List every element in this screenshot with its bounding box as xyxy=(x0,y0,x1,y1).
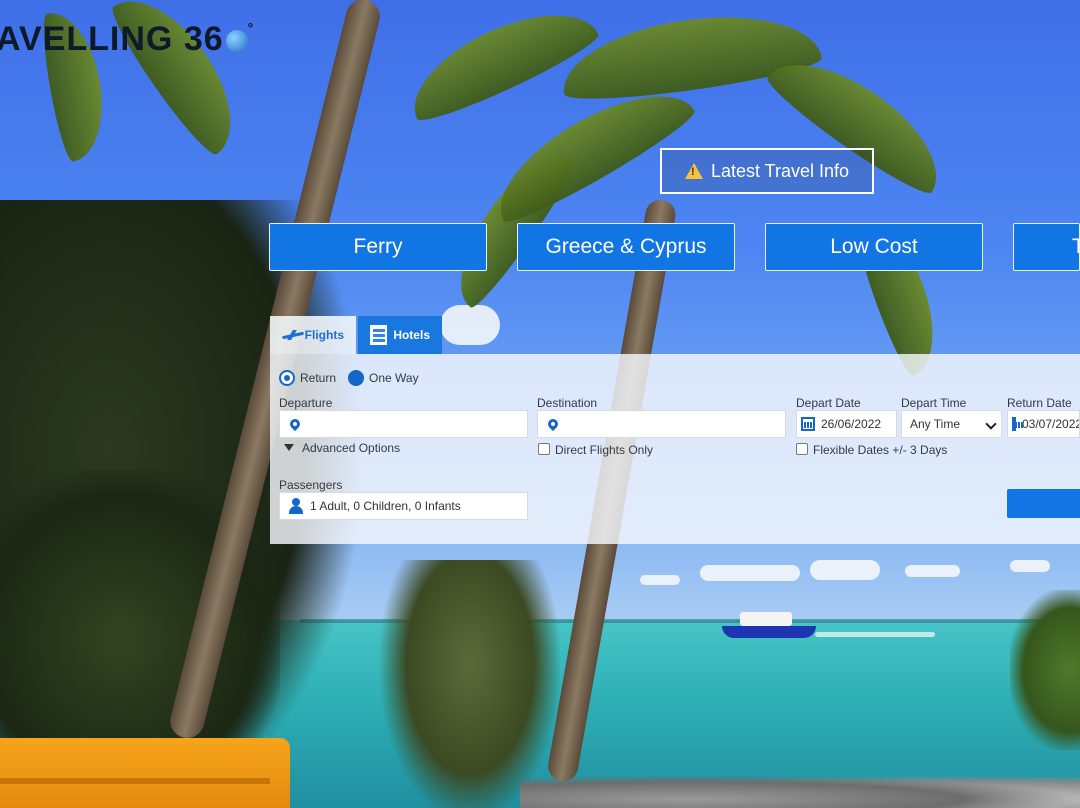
boat-wake xyxy=(815,632,935,637)
site-logo[interactable]: AVELLING 36 ° xyxy=(0,20,254,59)
depart-date-value: 26/06/2022 xyxy=(821,417,882,431)
departure-input[interactable] xyxy=(279,410,528,438)
depart-date-input[interactable]: 26/06/2022 xyxy=(796,410,897,438)
boat-cabin xyxy=(740,612,792,626)
globe-icon xyxy=(225,30,248,53)
return-date-label: Return Date xyxy=(1007,396,1072,410)
calendar-icon xyxy=(1012,417,1023,431)
cloud xyxy=(640,575,680,585)
radio-return[interactable] xyxy=(279,370,295,386)
category-greece-cyprus-button[interactable]: Greece & Cyprus xyxy=(517,223,735,271)
cloud xyxy=(440,305,500,345)
category-label: T xyxy=(1072,235,1079,259)
travel-info-label: Latest Travel Info xyxy=(710,160,850,181)
passengers-label: Passengers xyxy=(279,478,343,492)
add-user-icon xyxy=(286,498,304,514)
category-label: Low Cost xyxy=(830,235,918,258)
advanced-options-toggle[interactable]: Advanced Options xyxy=(302,441,400,455)
category-label: Greece & Cyprus xyxy=(545,235,707,258)
search-tabs: Flights Hotels xyxy=(270,316,442,354)
destination-input[interactable] xyxy=(537,410,786,438)
radio-return-label[interactable]: Return xyxy=(300,371,336,385)
passengers-selector[interactable]: 1 Adult, 0 Children, 0 Infants xyxy=(279,492,528,520)
location-pin-icon xyxy=(545,416,561,432)
cloud xyxy=(810,560,880,580)
cloud xyxy=(905,565,960,577)
boat-hull xyxy=(722,626,816,638)
shrub xyxy=(380,560,560,808)
latest-travel-info-button[interactable]: Latest Travel Info xyxy=(660,148,874,194)
location-pin-icon xyxy=(287,416,303,432)
shrub xyxy=(1010,590,1080,750)
tab-label: Hotels xyxy=(393,328,430,342)
tab-flights[interactable]: Flights xyxy=(270,316,356,354)
calendar-icon xyxy=(801,417,815,431)
logo-degree: ° xyxy=(247,20,255,36)
category-low-cost-button[interactable]: Low Cost xyxy=(765,223,983,271)
radio-one-way-label[interactable]: One Way xyxy=(369,371,419,385)
depart-time-value: Any Time xyxy=(910,417,961,431)
rocks xyxy=(520,775,1080,808)
direct-flights-label[interactable]: Direct Flights Only xyxy=(555,443,653,457)
flexible-dates-label[interactable]: Flexible Dates +/- 3 Days xyxy=(813,443,947,457)
cloud xyxy=(700,565,800,581)
category-label: Ferry xyxy=(353,235,403,258)
radio-one-way[interactable] xyxy=(348,370,364,386)
return-date-input[interactable]: 03/07/2022 xyxy=(1007,410,1080,438)
destination-label: Destination xyxy=(537,396,598,410)
caret-down-icon[interactable] xyxy=(284,444,294,451)
direct-flights-checkbox[interactable] xyxy=(538,443,550,455)
plane-icon xyxy=(282,330,299,340)
cloud xyxy=(1010,560,1050,572)
tab-hotels[interactable]: Hotels xyxy=(358,316,442,354)
departure-label: Departure xyxy=(279,396,333,410)
depart-date-label: Depart Date xyxy=(796,396,861,410)
chevron-down-icon xyxy=(985,418,997,430)
flexible-dates-checkbox[interactable] xyxy=(796,443,808,455)
hotel-icon xyxy=(370,325,388,345)
boat xyxy=(722,610,816,638)
warning-icon xyxy=(684,163,703,179)
return-date-value: 03/07/2022 xyxy=(1022,417,1080,431)
passengers-value: 1 Adult, 0 Children, 0 Infants xyxy=(310,499,461,513)
depart-time-select[interactable]: Any Time xyxy=(901,410,1002,438)
tab-label: Flights xyxy=(304,328,344,342)
bench-slat xyxy=(0,778,270,784)
depart-time-label: Depart Time xyxy=(901,396,967,410)
category-fourth-button[interactable]: T xyxy=(1013,223,1080,271)
search-button[interactable] xyxy=(1007,489,1080,518)
logo-text: AVELLING 36 xyxy=(0,20,224,58)
category-ferry-button[interactable]: Ferry xyxy=(269,223,487,271)
yellow-bench xyxy=(0,738,290,808)
